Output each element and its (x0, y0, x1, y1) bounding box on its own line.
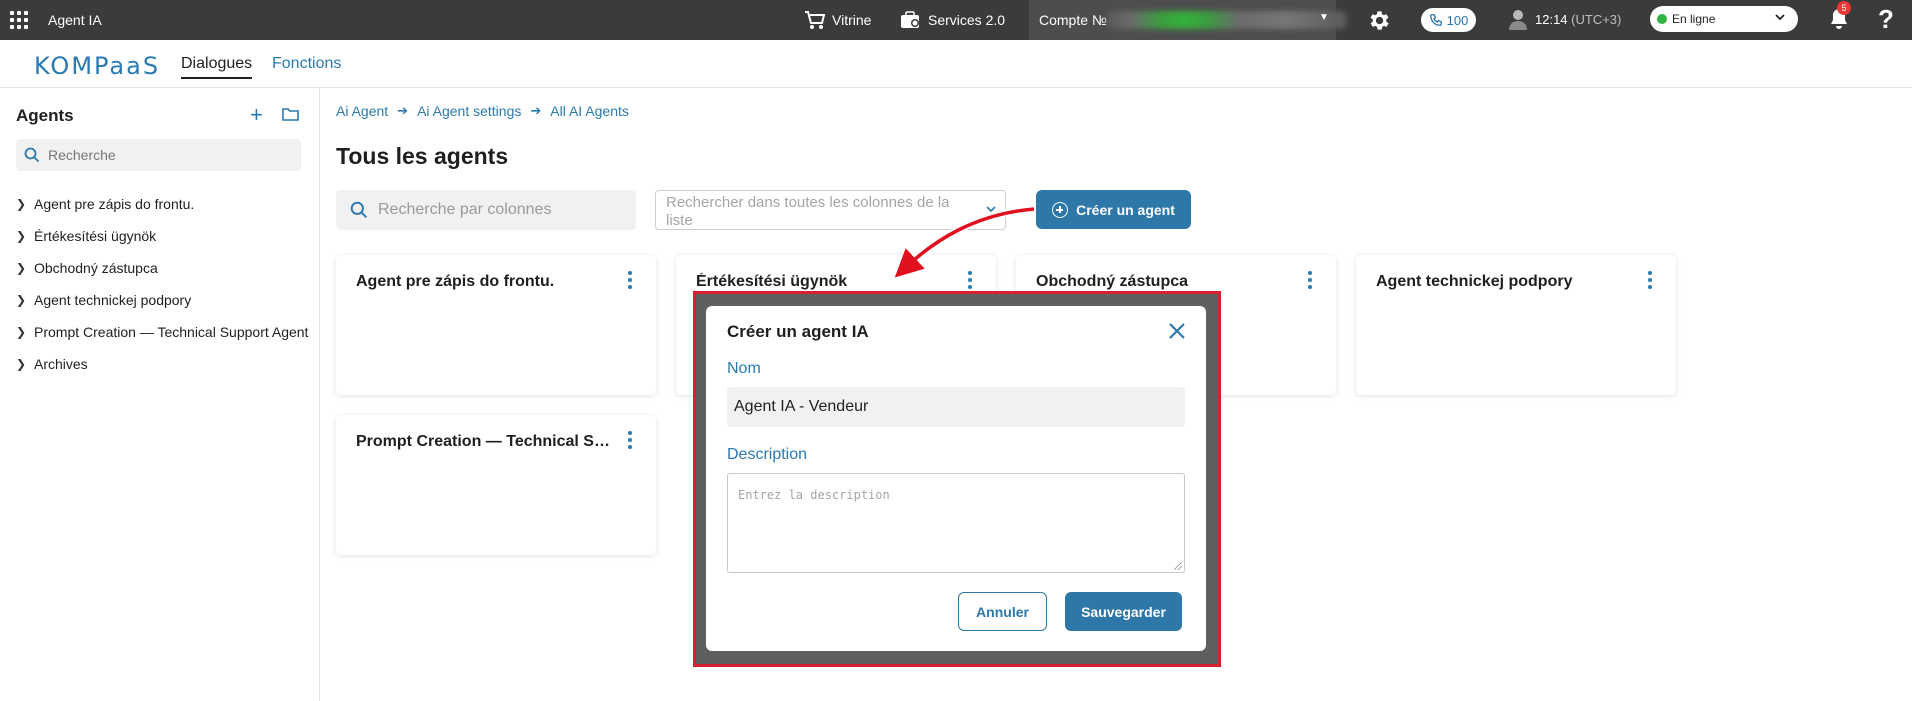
more-options-icon[interactable] (968, 271, 972, 289)
save-button[interactable]: Sauvegarder (1065, 592, 1182, 631)
more-options-icon[interactable] (1648, 271, 1652, 289)
account-selector[interactable]: Compte № ▼ (1029, 0, 1347, 40)
page-title: Tous les agents (336, 143, 509, 169)
cancel-button[interactable]: Annuler (958, 592, 1047, 631)
chevron-right-icon[interactable]: ❯ (16, 229, 30, 243)
column-search-input[interactable]: Recherche par colonnes (336, 190, 636, 230)
breadcrumb-item[interactable]: All AI Agents (550, 103, 629, 119)
breadcrumb-item[interactable]: Ai Agent (336, 103, 388, 119)
phone-count: 100 (1446, 12, 1469, 28)
close-icon[interactable] (1167, 321, 1187, 341)
description-label: Description (727, 446, 808, 463)
account-number-redacted (1107, 11, 1347, 29)
tree-item-label: Archives (34, 356, 88, 372)
kompaas-logo[interactable]: KOMPaaS (34, 52, 160, 80)
tree-item-label: Agent pre zápis do frontu. (34, 196, 195, 212)
search-icon (350, 201, 367, 218)
agent-card-title: Agent pre zápis do frontu. (356, 273, 555, 290)
clock-timezone: (UTC+3) (1571, 12, 1622, 27)
arrow-right-icon: ➔ (530, 103, 542, 118)
more-options-icon[interactable] (1308, 271, 1312, 289)
help-icon[interactable]: ? (1878, 4, 1894, 35)
vitrine-link[interactable]: Vitrine (804, 10, 871, 30)
status-select[interactable]: En ligne (1650, 6, 1798, 32)
agent-card[interactable]: Prompt Creation — Technical Sup... (336, 415, 656, 555)
notification-badge: 5 (1837, 1, 1851, 15)
chevron-down-icon (1774, 11, 1786, 26)
sidebar-title: Agents (16, 106, 74, 125)
tree-item-label: Agent technickej podpory (34, 292, 192, 308)
sub-navigation: KOMPaaS Dialogues Fonctions (0, 40, 1912, 88)
all-columns-search-select[interactable]: Rechercher dans toutes les colonnes de l… (655, 190, 1006, 230)
agent-card-title: Értékesítési ügynök (696, 273, 848, 290)
chevron-down-icon (985, 202, 997, 220)
clock-time: 12:14 (1535, 12, 1568, 27)
description-placeholder: Entrez la description (738, 488, 890, 502)
tree-item[interactable]: ❯ Archives (16, 348, 316, 380)
all-columns-search-placeholder: Rechercher dans toutes les colonnes de l… (666, 194, 950, 229)
account-label: Compte № (1039, 12, 1107, 28)
arrow-right-icon: ➔ (397, 103, 409, 118)
description-field[interactable]: Entrez la description (727, 473, 1185, 573)
sidebar-search-input[interactable]: Recherche (16, 139, 301, 171)
gear-icon[interactable] (1366, 8, 1391, 33)
agent-tree: ❯ Agent pre zápis do frontu. ❯ Értékesítés… (16, 188, 316, 380)
services-label: Services 2.0 (928, 12, 1006, 28)
agent-card-title: Obchodný zástupca (1036, 273, 1189, 290)
clock: 12:14 (UTC+3) (1535, 12, 1621, 27)
chevron-right-icon[interactable]: ❯ (16, 293, 30, 307)
tree-item[interactable]: ❯ Prompt Creation — Technical Support Age… (16, 316, 316, 348)
dialog-title: Créer un agent IA (727, 322, 869, 341)
create-agent-label: Créer un agent (1076, 201, 1175, 218)
agents-sidebar: Agents + Recherche ❯ Agent pre zápis do f… (0, 88, 320, 701)
sidebar-search-placeholder: Recherche (48, 147, 116, 163)
tree-item[interactable]: ❯ Agent technickej podpory (16, 284, 316, 316)
agent-card-title: Prompt Creation — Technical Sup... (356, 433, 611, 450)
app-grid-icon[interactable] (10, 11, 28, 29)
search-icon (24, 147, 40, 163)
folder-icon[interactable] (282, 108, 299, 121)
tree-item[interactable]: ❯ Értékesítési ügynök (16, 220, 316, 252)
services-link[interactable]: Services 2.0 (900, 10, 1005, 30)
more-options-icon[interactable] (628, 431, 632, 449)
tab-dialogues[interactable]: Dialogues (181, 55, 253, 79)
create-agent-dialog: Créer un agent IA Nom Agent IA - Vendeur… (706, 306, 1206, 651)
chevron-right-icon[interactable]: ❯ (16, 197, 30, 211)
chevron-down-icon: ▼ (1319, 12, 1329, 23)
cart-icon (805, 11, 826, 29)
tree-item-label: Obchodný zástupca (34, 260, 158, 276)
breadcrumb: Ai Agent ➔ Ai Agent settings ➔ All AI Ag… (336, 103, 629, 119)
column-search-placeholder: Recherche par colonnes (378, 201, 552, 218)
tree-item[interactable]: ❯ Agent pre zápis do frontu. (16, 188, 316, 220)
name-field[interactable]: Agent IA - Vendeur (727, 387, 1185, 427)
services-icon (901, 11, 919, 28)
tree-item-label: Értékesítési ügynök (34, 228, 157, 244)
agent-card-title: Agent technickej podpory (1376, 273, 1573, 290)
user-avatar-icon[interactable] (1508, 8, 1528, 30)
add-agent-icon[interactable]: + (250, 102, 263, 128)
agent-card[interactable]: Agent technickej podpory (1356, 255, 1676, 395)
top-bar: Agent IA Vitrine Services 2.0 Compte № ▼… (0, 0, 1912, 40)
phone-counter[interactable]: 100 (1421, 8, 1476, 32)
tree-item[interactable]: ❯ Obchodný zástupca (16, 252, 316, 284)
breadcrumb-item[interactable]: Ai Agent settings (417, 103, 521, 119)
agent-card[interactable]: Agent pre zápis do frontu. (336, 255, 656, 395)
plus-circle-icon (1052, 201, 1069, 218)
vitrine-label: Vitrine (832, 12, 872, 28)
phone-icon (1429, 14, 1442, 26)
create-agent-button[interactable]: Créer un agent (1036, 190, 1191, 229)
online-status-dot (1657, 14, 1667, 24)
resize-handle-icon[interactable] (1174, 562, 1182, 570)
tree-item-label: Prompt Creation — Technical Support Agen… (34, 324, 309, 340)
chevron-right-icon[interactable]: ❯ (16, 261, 30, 275)
tab-fonctions[interactable]: Fonctions (272, 55, 341, 73)
app-title: Agent IA (48, 12, 102, 28)
chevron-right-icon[interactable]: ❯ (16, 357, 30, 371)
name-label: Nom (727, 360, 761, 377)
more-options-icon[interactable] (628, 271, 632, 289)
chevron-right-icon[interactable]: ❯ (16, 325, 30, 339)
status-value: En ligne (1672, 12, 1716, 26)
